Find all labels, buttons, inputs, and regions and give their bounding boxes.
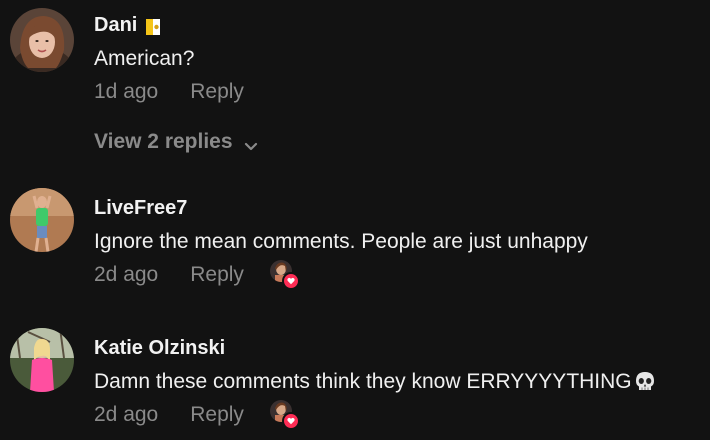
avatar-dani[interactable]	[10, 8, 74, 72]
comment-username[interactable]: Dani	[94, 13, 244, 37]
comment-text: American?	[94, 47, 195, 70]
comment-dani: Dani American? 1d ago Reply	[94, 13, 244, 106]
comment-katie-olzinski: Katie Olzinski Damn these comments think…	[94, 336, 657, 430]
comment-text: Damn these comments think they know ERRY…	[94, 369, 657, 395]
comment-username[interactable]: LiveFree7	[94, 196, 588, 220]
comments-panel: Dani American? 1d ago Reply View 2 repli…	[0, 0, 710, 440]
comment-text-content: Damn these comments think they know ERRY…	[94, 370, 632, 393]
chevron-down-icon[interactable]	[243, 134, 259, 151]
view-replies-button[interactable]: View 2 replies	[94, 128, 259, 156]
creator-liked-heart-icon	[269, 400, 300, 430]
comment-timestamp: 2d ago	[94, 263, 159, 286]
comment-text: Ignore the mean comments. People are jus…	[94, 230, 588, 253]
heart-icon	[281, 272, 300, 290]
comment-meta: 1d ago Reply	[94, 78, 244, 106]
username-text[interactable]: Dani	[94, 13, 137, 37]
heart-icon	[281, 412, 300, 430]
comment-meta: 2d ago Reply	[94, 260, 588, 290]
creator-liked-heart-icon	[269, 260, 300, 290]
comment-livefree7: LiveFree7 Ignore the mean comments. Peop…	[94, 196, 588, 290]
comment-username[interactable]: Katie Olzinski	[94, 336, 657, 360]
skull-icon	[633, 370, 657, 394]
reply-button[interactable]: Reply	[190, 401, 244, 429]
view-replies-label[interactable]: View 2 replies	[94, 128, 233, 156]
username-text[interactable]: LiveFree7	[94, 196, 187, 220]
flag-icon	[146, 17, 161, 35]
avatar-livefree7[interactable]	[10, 188, 74, 252]
comment-timestamp: 2d ago	[94, 403, 159, 426]
comment-meta: 2d ago Reply	[94, 400, 657, 430]
reply-button[interactable]: Reply	[190, 261, 244, 289]
reply-button[interactable]: Reply	[190, 78, 244, 106]
username-text[interactable]: Katie Olzinski	[94, 336, 225, 360]
comment-timestamp: 1d ago	[94, 80, 159, 103]
avatar-katie-olzinski[interactable]	[10, 328, 74, 392]
